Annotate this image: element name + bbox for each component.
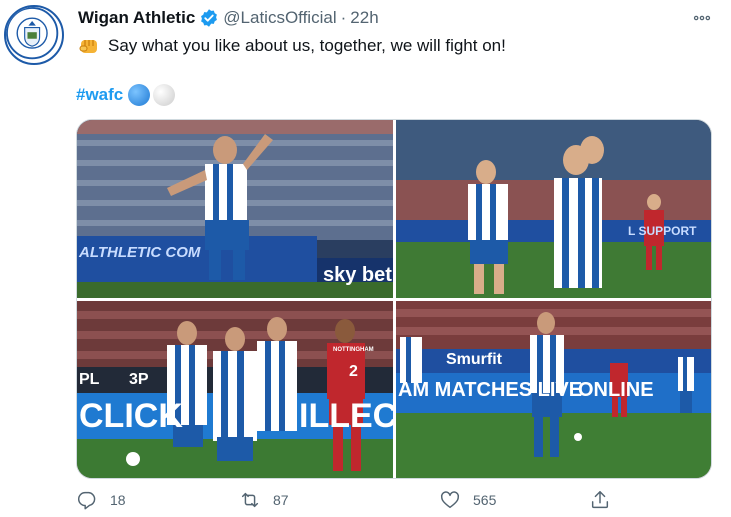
reply-button[interactable]: 18 [76, 489, 204, 511]
sponsor-text: sky bet [323, 264, 392, 286]
sponsor-text: Smurfit [446, 351, 502, 368]
timestamp[interactable]: 22h [350, 8, 378, 28]
retweet-button[interactable]: 87 [239, 489, 439, 511]
board-text-online: ONLINE [578, 379, 654, 401]
photo-2[interactable]: L SUPPORT [396, 120, 711, 298]
board-text-collect: ILLECT [299, 397, 393, 435]
tweet-actions: 18 87 565 [76, 487, 636, 513]
tweet-text: Say what you like about us, together, we… [108, 36, 506, 55]
display-name[interactable]: Wigan Athletic [78, 8, 195, 28]
photo-4[interactable]: Smurfit AM MATCHES LIVE ONLINE [396, 301, 711, 478]
verified-badge-icon [199, 8, 219, 28]
tweet-header: Wigan Athletic @LaticsOfficial · 22h [78, 7, 379, 29]
hashtag-link[interactable]: #wafc [76, 85, 123, 105]
board-text-click: CLICK [79, 397, 183, 435]
more-options-icon[interactable] [689, 5, 715, 31]
user-handle[interactable]: @LaticsOfficial [223, 8, 336, 28]
raised-fist-emoji-icon [78, 36, 100, 56]
board-text: ALTHLETIC COM [79, 244, 201, 261]
board-text-pl: PL [79, 371, 100, 388]
white-circle-emoji-icon [153, 84, 176, 106]
photo-1[interactable]: ALTHLETIC COM sky bet [77, 120, 393, 298]
blue-circle-emoji-icon [128, 84, 151, 106]
shirt-sponsor: NOTTINGHAM [333, 347, 374, 353]
retweet-icon [241, 492, 259, 508]
board-text: AM MATCHES LIVE [398, 379, 583, 401]
tweet-text-line: Say what you like about us, together, we… [78, 36, 506, 56]
board-text: L SUPPORT [628, 224, 697, 238]
board-text-3p: 3P [129, 371, 149, 388]
photo-3[interactable]: PL 3P CLICK ILLECT 2 NOTTINGHAM [77, 301, 393, 478]
media-grid: ALTHLETIC COM sky bet L SUPPORT PL 3P CL… [76, 119, 712, 479]
separator: · [340, 8, 347, 27]
share-button[interactable] [589, 489, 623, 511]
shirt-number: 2 [349, 363, 358, 380]
heart-icon [441, 491, 459, 509]
like-count: 565 [473, 492, 497, 508]
reply-count: 18 [110, 492, 126, 508]
avatar[interactable] [4, 5, 64, 65]
retweet-count: 87 [273, 492, 289, 508]
wigan-crest-logo [6, 7, 59, 60]
reply-icon [77, 491, 96, 510]
hashtag-line: #wafc [76, 84, 176, 106]
share-icon [591, 491, 609, 509]
like-button[interactable]: 565 [439, 489, 589, 511]
